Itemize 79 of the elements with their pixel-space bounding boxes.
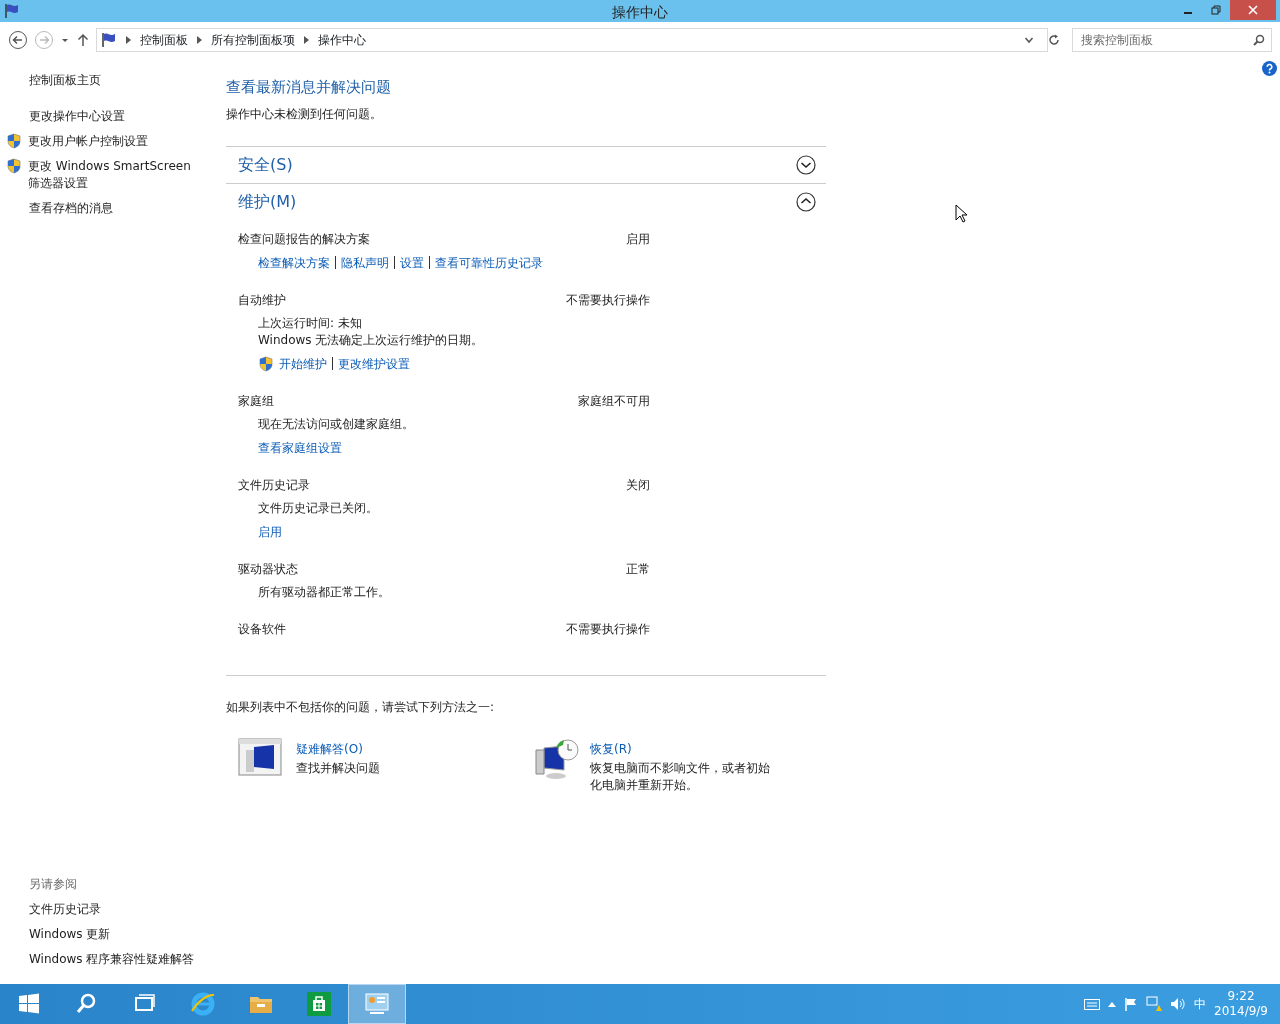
close-icon <box>1248 5 1258 15</box>
sidebar-link[interactable]: 更改操作中心设置 <box>29 108 125 125</box>
item-status: 不需要执行操作 <box>566 291 650 309</box>
computer-clock-icon <box>532 737 580 782</box>
flag-icon <box>4 3 20 19</box>
item-status: 家庭组不可用 <box>578 392 650 410</box>
action-link[interactable]: 查看可靠性历史记录 <box>435 253 543 272</box>
speaker-icon[interactable] <box>1170 997 1187 1011</box>
sidebar-link[interactable]: 查看存档的消息 <box>29 200 113 217</box>
action-link[interactable]: 检查解决方案 <box>258 253 330 272</box>
item-title: 设备软件 <box>238 620 286 638</box>
item-status: 不需要执行操作 <box>566 620 650 638</box>
action-link[interactable]: 查看家庭组设置 <box>258 438 342 457</box>
window-title: 操作中心 <box>612 3 668 22</box>
tool-link[interactable]: 疑难解答(O) <box>296 737 363 760</box>
sidebar-link[interactable]: Windows 更新 <box>6 926 214 943</box>
action-link[interactable]: 开始维护 <box>279 354 327 373</box>
back-button[interactable] <box>8 30 28 50</box>
refresh-icon <box>1048 34 1060 46</box>
expand-icon[interactable] <box>796 154 816 175</box>
item-title: 文件历史记录 <box>238 476 310 494</box>
see-also-heading: 另请参阅 <box>28 876 78 893</box>
chevron-icon <box>126 36 131 44</box>
tool-description: 查找并解决问题 <box>296 759 380 777</box>
help-icon[interactable] <box>1262 61 1277 76</box>
collapse-icon[interactable] <box>796 191 816 212</box>
restore-icon <box>1211 5 1221 15</box>
sidebar-link[interactable]: 文件历史记录 <box>6 901 214 918</box>
breadcrumb-link[interactable]: 所有控制面板项 <box>211 31 295 49</box>
breadcrumb-link[interactable]: 操作中心 <box>318 31 366 49</box>
up-caret-icon[interactable] <box>1108 1001 1117 1007</box>
item-description: 所有驱动器都正常工作。 <box>257 583 391 601</box>
item-status: 启用 <box>626 230 650 248</box>
section-header[interactable]: 维护(M) <box>226 189 826 214</box>
up-arrow-icon <box>76 33 90 47</box>
item-description: 现在无法访问或创建家庭组。 <box>257 415 415 433</box>
taskbar-button[interactable] <box>348 984 406 1024</box>
mouse-cursor-icon <box>955 204 968 223</box>
flag-icon[interactable] <box>1124 997 1139 1011</box>
chevron-down-icon <box>1024 35 1034 45</box>
action-link[interactable]: 设置 <box>400 253 424 272</box>
item-title: 自动维护 <box>238 291 286 309</box>
flag-icon <box>101 32 117 48</box>
item-title: 家庭组 <box>238 392 274 410</box>
sidebar-link[interactable]: 控制面板主页 <box>6 72 214 89</box>
tool-description: 恢复电脑而不影响文件，或者初始化电脑并重新开始。 <box>590 759 771 794</box>
section-header[interactable]: 安全(S) <box>226 152 826 177</box>
up-button[interactable] <box>76 33 90 47</box>
item-description: Windows 无法确定上次运行维护的日期。 <box>257 331 485 349</box>
address-dropdown[interactable] <box>1024 35 1034 45</box>
address-bar[interactable]: 控制面板 所有控制面板项 操作中心 <box>96 28 1048 52</box>
sidebar-link[interactable]: 更改用户帐户控制设置 <box>28 133 148 150</box>
page-heading: 查看最新消息并解决问题 <box>226 77 392 98</box>
action-link[interactable]: 更改维护设置 <box>338 354 410 373</box>
item-title: 驱动器状态 <box>238 560 298 578</box>
store-bag-icon <box>306 991 332 1017</box>
action-link[interactable]: 启用 <box>258 522 282 541</box>
item-title: 检查问题报告的解决方案 <box>238 230 370 248</box>
status-text: 操作中心未检测到任何问题。 <box>226 105 383 123</box>
close-button[interactable] <box>1230 0 1276 20</box>
item-status: 正常 <box>626 560 650 578</box>
item-description: 文件历史记录已关闭。 <box>257 499 379 517</box>
item-status: 关闭 <box>626 476 650 494</box>
breadcrumb-link[interactable]: 控制面板 <box>140 31 188 49</box>
sidebar-link[interactable]: 更改 Windows SmartScreen 筛选器设置 <box>28 158 198 192</box>
browser-e-icon <box>190 991 216 1017</box>
search-field[interactable]: 搜索控制面板 <box>1072 28 1272 52</box>
refresh-button[interactable] <box>1048 34 1060 46</box>
keyboard-icon[interactable] <box>1084 998 1101 1010</box>
item-description: 上次运行时间: 未知 <box>257 314 363 332</box>
chevron-icon <box>197 36 202 44</box>
hint-text: 如果列表中不包括你的问题，请尝试下列方法之一: <box>226 698 496 716</box>
action-link[interactable]: 隐私声明 <box>341 253 389 272</box>
sidebar-link[interactable]: Windows 程序兼容性疑难解答 <box>6 951 214 968</box>
chevron-icon <box>304 36 309 44</box>
minimize-icon <box>1184 12 1192 14</box>
search-icon <box>1253 34 1265 46</box>
tool-link[interactable]: 恢复(R) <box>590 737 632 760</box>
control-panel-icon <box>364 991 390 1017</box>
